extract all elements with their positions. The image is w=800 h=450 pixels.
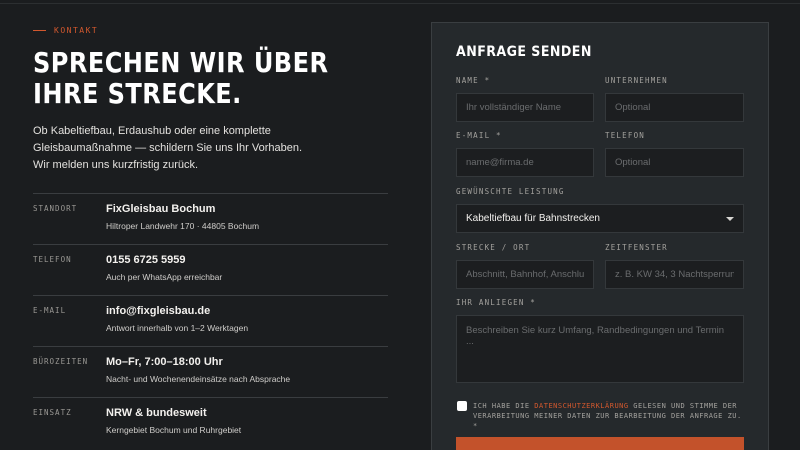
- service-selected-value: Kabeltiefbau für Bahnstrecken: [466, 213, 600, 224]
- timeframe-input[interactable]: [605, 260, 744, 289]
- contact-item-note: Hiltroper Landwehr 170 · 44805 Bochum: [106, 221, 260, 231]
- contact-item-label: BÜROZEITEN: [33, 357, 89, 366]
- contact-item-label: STANDORT: [33, 204, 78, 213]
- eyebrow-label: KONTAKT: [54, 26, 99, 35]
- header-divider: [0, 0, 800, 4]
- submit-button[interactable]: [456, 437, 744, 450]
- contact-item-note: Kerngebiet Bochum und Ruhrgebiet: [106, 425, 242, 435]
- contact-item-office-hours: BÜROZEITEN Mo–Fr, 7:00–18:00 Uhr Nacht- …: [33, 347, 388, 398]
- email-field-group: E-MAIL *: [456, 131, 594, 177]
- contact-item-location: STANDORT FixGleisbau Bochum Hiltroper La…: [33, 194, 388, 245]
- contact-info-section: KONTAKT SPRECHEN WIR ÜBER IHRE STRECKE. …: [33, 26, 388, 449]
- intro-text: Ob Kabeltiefbau, Erdaushub oder eine kom…: [33, 125, 303, 171]
- contact-item-note: Nacht- und Wochenendeinsätze nach Abspra…: [106, 374, 291, 384]
- service-field-group: GEWÜNSCHTE LEISTUNG Kabeltiefbau für Bah…: [456, 187, 744, 233]
- phone-input[interactable]: [605, 148, 744, 177]
- route-input[interactable]: [456, 260, 594, 289]
- timeframe-field-group: ZEITFENSTER: [605, 243, 744, 289]
- company-field-group: UNTERNEHMEN: [605, 76, 744, 122]
- contact-details-list: STANDORT FixGleisbau Bochum Hiltroper La…: [33, 193, 388, 449]
- contact-item-label: TELEFON: [33, 255, 72, 264]
- privacy-policy-link[interactable]: DATENSCHUTZERKLÄRUNG: [534, 402, 628, 410]
- phone-link[interactable]: 0155 6725 5959: [106, 254, 222, 266]
- section-eyebrow: KONTAKT: [33, 26, 388, 35]
- inquiry-form: ANFRAGE SENDEN NAME * UNTERNEHMEN E-MAIL…: [431, 22, 769, 450]
- consent-checkbox[interactable]: [457, 401, 467, 411]
- message-field-group: IHR ANLIEGEN *: [456, 298, 744, 383]
- contact-item-value: Mo–Fr, 7:00–18:00 Uhr: [106, 356, 223, 368]
- name-field-group: NAME *: [456, 76, 594, 122]
- service-select[interactable]: Kabeltiefbau für Bahnstrecken: [456, 204, 744, 233]
- contact-item-service-area: EINSATZ NRW & bundesweit Kerngebiet Boch…: [33, 398, 388, 449]
- chevron-down-icon: [726, 216, 734, 221]
- route-field-group: STRECKE / ORT: [456, 243, 594, 289]
- contact-item-label: EINSATZ: [33, 408, 72, 417]
- service-label: GEWÜNSCHTE LEISTUNG: [456, 187, 565, 196]
- message-label: IHR ANLIEGEN *: [456, 298, 537, 307]
- page-title-line-2: IHRE STRECKE.: [33, 77, 242, 110]
- timeframe-label: ZEITFENSTER: [605, 243, 668, 252]
- form-title: ANFRAGE SENDEN: [456, 44, 592, 60]
- phone-field-group: TELEFON: [605, 131, 744, 177]
- route-label: STRECKE / ORT: [456, 243, 531, 252]
- contact-item-label: E-MAIL: [33, 306, 67, 315]
- contact-item-note: Auch per WhatsApp erreichbar: [106, 272, 223, 282]
- contact-item-note: Antwort innerhalb von 1–2 Werktagen: [106, 323, 249, 333]
- contact-item-email: E-MAIL info@fixgleisbau.de Antwort inner…: [33, 296, 388, 347]
- email-input[interactable]: [456, 148, 594, 177]
- message-textarea[interactable]: [456, 315, 744, 383]
- phone-label: TELEFON: [605, 131, 646, 140]
- contact-item-value: NRW & bundesweit: [106, 407, 207, 419]
- eyebrow-dash: [33, 30, 46, 31]
- page-title: SPRECHEN WIR ÜBER IHRE STRECKE.: [33, 47, 338, 109]
- consent-text-start: ICH HABE DIE: [473, 402, 535, 410]
- name-label: NAME *: [456, 76, 491, 85]
- name-input[interactable]: [456, 93, 594, 122]
- email-label: E-MAIL *: [456, 131, 502, 140]
- company-label: UNTERNEHMEN: [605, 76, 668, 85]
- contact-item-value: FixGleisbau Bochum: [106, 203, 216, 215]
- contact-item-phone: TELEFON 0155 6725 5959 Auch per WhatsApp…: [33, 245, 388, 296]
- email-link[interactable]: info@fixgleisbau.de: [106, 305, 248, 317]
- consent-row: ICH HABE DIE DATENSCHUTZERKLÄRUNG GELESE…: [457, 401, 747, 431]
- consent-text: ICH HABE DIE DATENSCHUTZERKLÄRUNG GELESE…: [473, 401, 747, 431]
- company-input[interactable]: [605, 93, 744, 122]
- page-title-line-1: SPRECHEN WIR ÜBER: [33, 46, 329, 79]
